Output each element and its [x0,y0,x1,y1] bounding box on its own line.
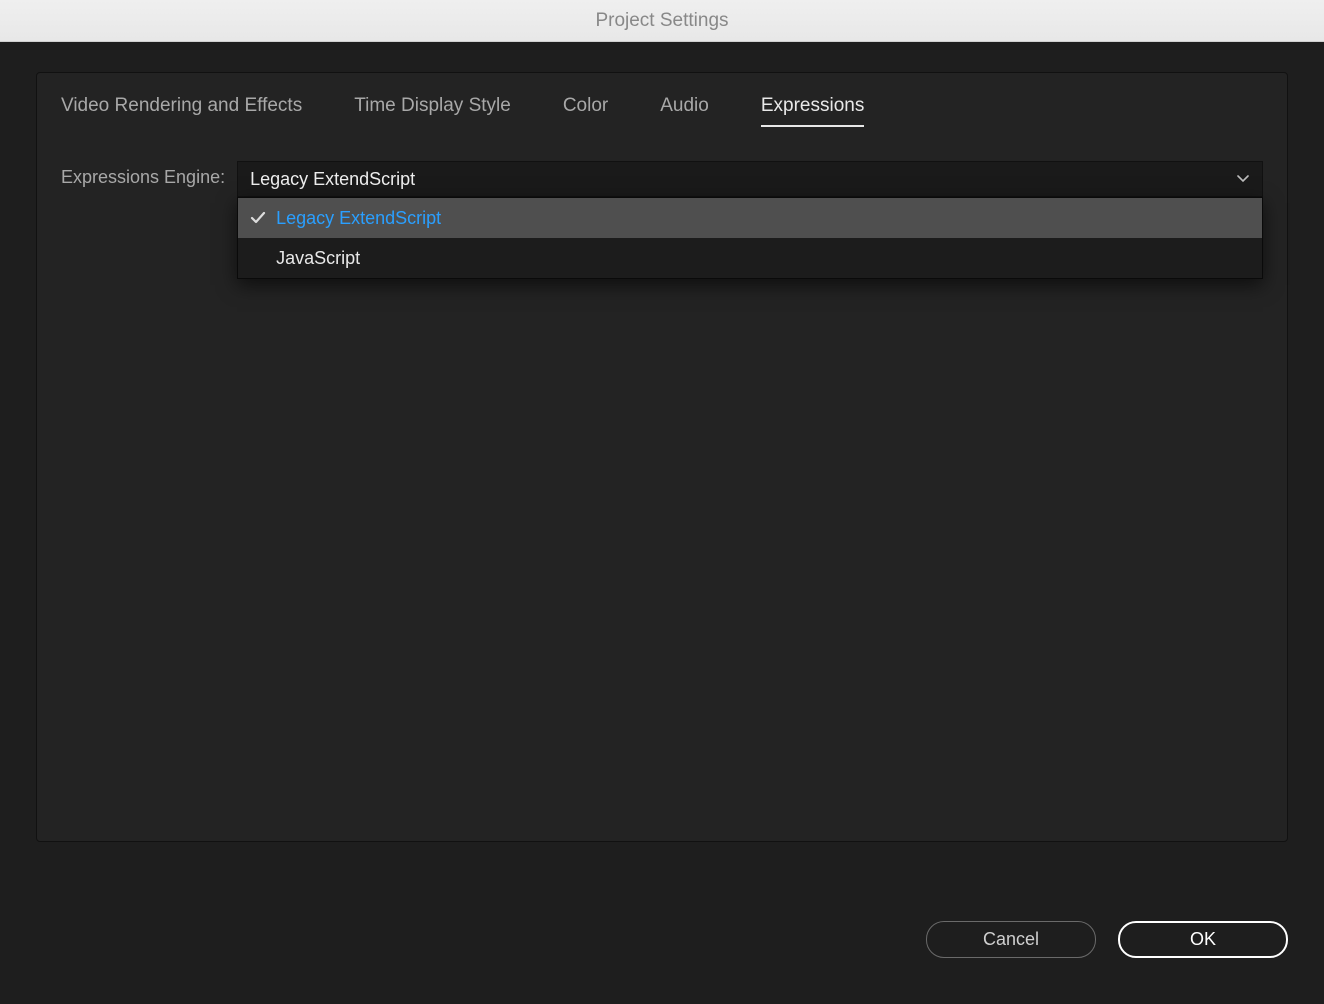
dialog-body: Video Rendering and Effects Time Display… [0,42,1324,1004]
tab-audio[interactable]: Audio [660,95,709,127]
expressions-engine-dropdown-wrapper: Legacy ExtendScript Legacy ExtendScript [237,161,1263,197]
dropdown-option-legacy-extendscript[interactable]: Legacy ExtendScript [238,198,1262,238]
chevron-down-icon [1236,172,1250,186]
cancel-button[interactable]: Cancel [926,921,1096,958]
dropdown-option-javascript[interactable]: JavaScript [238,238,1262,278]
check-icon [250,210,276,226]
expressions-engine-row: Expressions Engine: Legacy ExtendScript … [61,161,1263,197]
settings-panel: Video Rendering and Effects Time Display… [36,72,1288,842]
expressions-engine-label: Expressions Engine: [61,161,237,188]
tab-time-display[interactable]: Time Display Style [354,95,511,127]
expressions-engine-dropdown[interactable]: Legacy ExtendScript [237,161,1263,197]
ok-button[interactable]: OK [1118,921,1288,958]
dropdown-option-label: JavaScript [276,248,1250,269]
titlebar: Project Settings [0,0,1324,42]
footer-buttons: Cancel OK [926,921,1288,958]
tabs: Video Rendering and Effects Time Display… [61,73,1263,127]
expressions-engine-dropdown-menu: Legacy ExtendScript JavaScript [237,197,1263,279]
tab-expressions[interactable]: Expressions [761,95,865,127]
dropdown-option-label: Legacy ExtendScript [276,208,1250,229]
dropdown-selected-value: Legacy ExtendScript [250,169,415,190]
tab-video-rendering[interactable]: Video Rendering and Effects [61,95,302,127]
window-title: Project Settings [595,10,728,32]
tab-color[interactable]: Color [563,95,608,127]
